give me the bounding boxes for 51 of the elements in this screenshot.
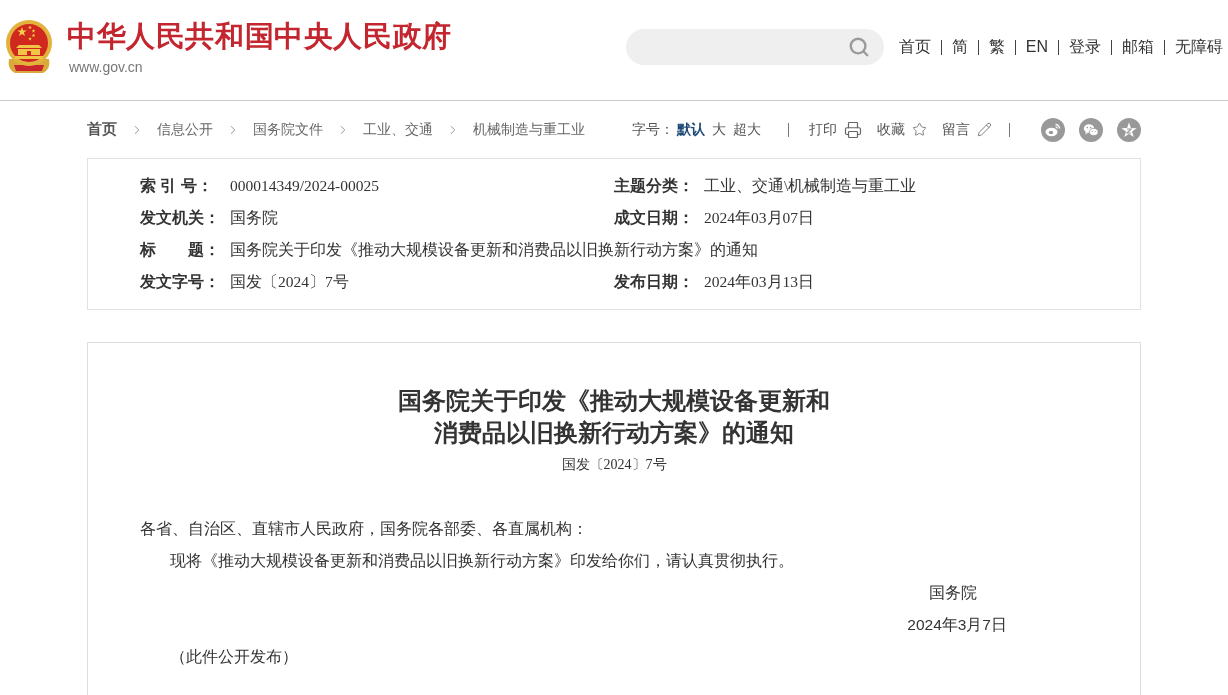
printer-icon (844, 120, 862, 139)
breadcrumb-link[interactable]: 首页 (87, 120, 117, 139)
document-number: 国发〔2024〕7号 (561, 456, 667, 474)
signature-date: 2024年3月7日 (907, 616, 1007, 633)
nav-link[interactable]: 首页 (898, 36, 931, 58)
favorite-button[interactable]: 收藏 (877, 120, 927, 139)
breadcrumb-link[interactable]: 工业、交通 (363, 120, 433, 139)
metadata-label: 发文字号： (140, 271, 221, 292)
breadcrumb-link[interactable]: 机械制造与重工业 (473, 120, 585, 139)
breadcrumb-link[interactable]: 信息公开 (157, 120, 213, 139)
metadata-label: 发布日期： (614, 271, 695, 292)
breadcrumb-link[interactable]: 国务院文件 (253, 120, 323, 139)
star-circle-icon[interactable] (1117, 117, 1141, 142)
metadata-value: 工业、交通\机械制造与重工业 (704, 175, 917, 196)
nav-link[interactable]: 邮箱 (1122, 36, 1154, 58)
salutation-text: 各省、自治区、直辖市人民政府，国务院各部委、各直属机构： (140, 519, 589, 539)
nav-link[interactable]: EN (1025, 38, 1048, 56)
weibo-icon[interactable] (1041, 117, 1065, 142)
metadata-value: 000014349/2024-00025 (230, 177, 379, 195)
font-size-option[interactable]: 大 (712, 120, 726, 139)
nav-link[interactable]: 繁 (988, 36, 1005, 58)
metadata-value: 2024年03月13日 (704, 271, 814, 292)
metadata-label: 成文日期： (614, 207, 695, 228)
font-size-option[interactable]: 超大 (733, 120, 761, 139)
font-size-option[interactable]: 默认 (677, 120, 705, 139)
print-button[interactable]: 打印 (809, 120, 862, 139)
star-outline-icon (912, 122, 927, 137)
metadata-value: 国务院 (230, 207, 278, 228)
nav-link[interactable]: 无障碍 (1175, 36, 1223, 58)
emblem-logo (5, 19, 53, 75)
metadata-label: 发文机关： (140, 207, 221, 228)
metadata-label: 主题分类： (614, 175, 695, 196)
metadata-value: 国发〔2024〕7号 (230, 271, 349, 292)
nav-link[interactable]: 登录 (1069, 36, 1101, 58)
metadata-label: 索 引 号： (140, 175, 214, 196)
site-title: 中华人民共和国中央人民政府 (67, 19, 452, 54)
document-title: 国务院关于印发《推动大规模设备更新和消费品以旧换新行动方案》的通知 (397, 385, 831, 449)
signature-issuer: 国务院 (929, 584, 977, 601)
metadata-value: 国务院关于印发《推动大规模设备更新和消费品以旧换新行动方案》的通知 (230, 239, 758, 260)
publication-note: （此件公开发布） (169, 647, 298, 667)
wechat-icon[interactable] (1079, 117, 1103, 142)
metadata-label: 标 题： (140, 239, 221, 260)
pencil-icon (977, 122, 992, 137)
font-size-label: 字号： (632, 120, 674, 139)
nav-link[interactable]: 简 (951, 36, 968, 58)
search-field[interactable] (625, 29, 884, 65)
search-icon[interactable] (847, 36, 870, 58)
body-paragraph: 现将《推动大规模设备更新和消费品以旧换新行动方案》印发给你们，请认真贯彻执行。 (169, 551, 795, 571)
comment-button[interactable]: 留言 (942, 120, 992, 139)
metadata-value: 2024年03月07日 (704, 207, 814, 228)
site-url: www.gov.cn (69, 58, 143, 76)
